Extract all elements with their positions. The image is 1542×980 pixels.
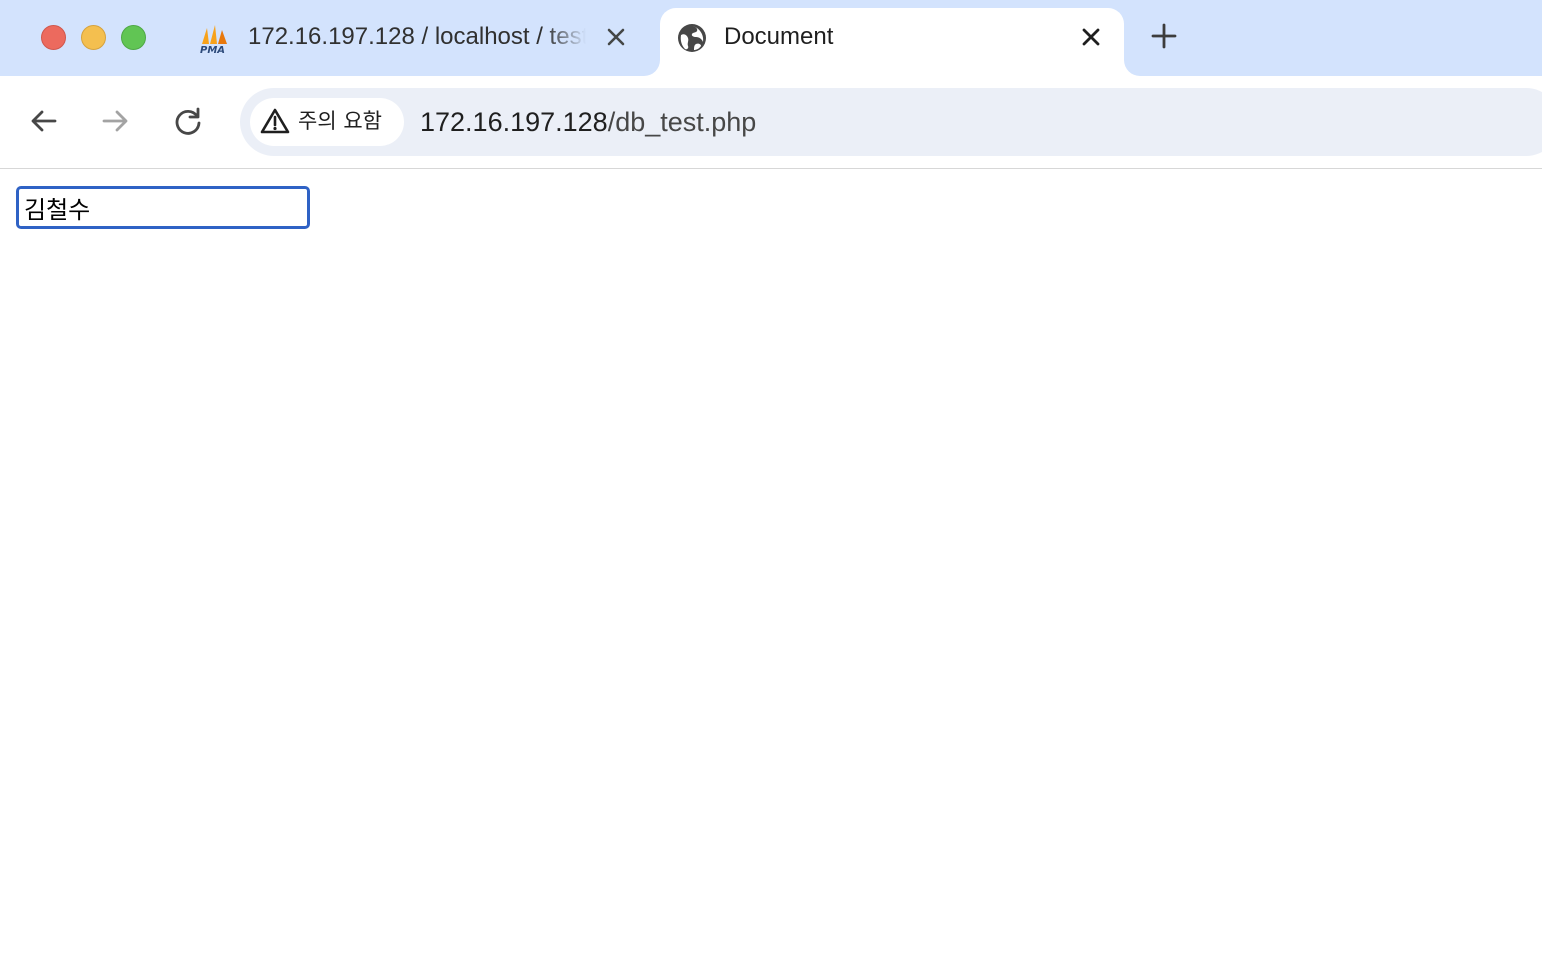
browser-toolbar: 주의 요함 172.16.197.128/db_test.php	[0, 76, 1542, 169]
address-bar[interactable]: 주의 요함 172.16.197.128/db_test.php	[240, 88, 1542, 156]
window-close-button[interactable]	[41, 25, 66, 50]
reload-icon[interactable]	[171, 104, 205, 138]
security-chip-label: 주의 요함	[298, 109, 382, 133]
window-maximize-button[interactable]	[121, 25, 146, 50]
tab-phpmyadmin[interactable]: PMA 172.16.197.128 / localhost / test	[180, 8, 650, 76]
tab-title: Document	[724, 23, 834, 50]
warning-triangle-icon	[260, 108, 290, 134]
tab-strip: PMA 172.16.197.128 / localhost / test Do…	[0, 0, 1542, 76]
page-content	[0, 170, 1542, 980]
svg-text:PMA: PMA	[200, 45, 225, 54]
globe-icon	[678, 24, 706, 52]
url-text[interactable]: 172.16.197.128/db_test.php	[420, 105, 756, 139]
name-input[interactable]	[16, 186, 310, 229]
security-chip[interactable]: 주의 요함	[250, 98, 404, 146]
tab-document[interactable]: Document	[660, 8, 1124, 76]
close-icon[interactable]	[603, 24, 629, 50]
close-icon[interactable]	[1078, 24, 1104, 50]
tab-title: 172.16.197.128 / localhost / test	[248, 23, 586, 50]
plus-icon[interactable]	[1150, 22, 1178, 50]
arrow-left-icon[interactable]	[27, 104, 61, 138]
window-minimize-button[interactable]	[81, 25, 106, 50]
url-path: /db_test.php	[607, 107, 757, 137]
phpmyadmin-logo-icon: PMA	[200, 25, 227, 54]
arrow-right-icon[interactable]	[98, 104, 132, 138]
url-host: 172.16.197.128	[420, 107, 608, 137]
